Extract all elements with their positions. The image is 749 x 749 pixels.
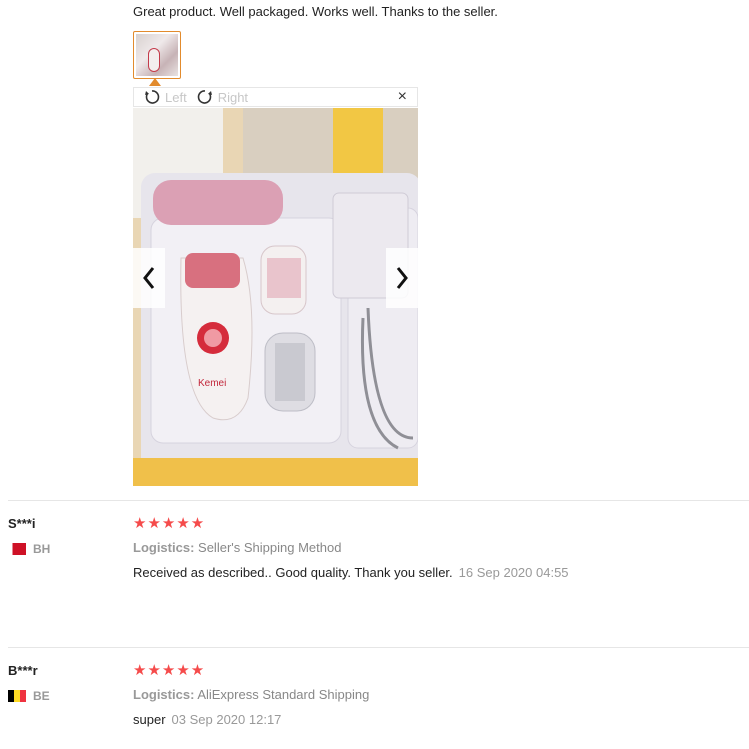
reviewer-name: B***r bbox=[8, 663, 38, 678]
belgium-flag-icon bbox=[8, 690, 26, 702]
rotate-left-label: Left bbox=[165, 89, 187, 105]
image-viewer-toolbar: Left Right × bbox=[133, 87, 418, 107]
close-icon[interactable]: × bbox=[398, 89, 407, 105]
next-image-button[interactable] bbox=[386, 248, 418, 308]
chevron-right-icon bbox=[396, 267, 408, 289]
review-divider bbox=[8, 500, 749, 501]
star-rating: ★★★★★ bbox=[133, 662, 206, 679]
review-date: 16 Sep 2020 04:55 bbox=[458, 565, 569, 580]
review-body: Received as described.. Good quality. Th… bbox=[133, 565, 569, 580]
logistics-label: Logistics: bbox=[133, 687, 195, 702]
star-rating: ★★★★★ bbox=[133, 515, 206, 532]
logistics-info: Logistics: Seller's Shipping Method bbox=[133, 540, 341, 555]
logistics-value: AliExpress Standard Shipping bbox=[197, 687, 370, 702]
product-photo-illustration: Kemei bbox=[133, 108, 418, 486]
bahrain-flag-icon bbox=[8, 543, 26, 555]
reviewer-country: BE bbox=[8, 689, 50, 703]
review-photo: Kemei bbox=[133, 108, 418, 486]
review-text: super bbox=[133, 712, 166, 727]
thumbnail-selected-caret bbox=[149, 78, 161, 86]
review-text: Great product. Well packaged. Works well… bbox=[133, 4, 498, 19]
rotate-right-icon bbox=[197, 90, 212, 104]
review-date: 03 Sep 2020 12:17 bbox=[171, 712, 282, 727]
rotate-right-label: Right bbox=[217, 89, 249, 105]
reviewer-country: BH bbox=[8, 542, 50, 556]
logistics-label: Logistics: bbox=[133, 540, 195, 555]
rotate-right-button[interactable]: Right bbox=[197, 89, 248, 105]
country-code: BE bbox=[33, 689, 50, 703]
review-divider bbox=[8, 647, 749, 648]
review-photo-thumbnail[interactable] bbox=[133, 31, 181, 79]
product-brand-text: Kemei bbox=[198, 378, 226, 389]
logistics-info: Logistics: AliExpress Standard Shipping bbox=[133, 687, 369, 702]
thumbnail-image bbox=[136, 34, 178, 76]
review-body: super 03 Sep 2020 12:17 bbox=[133, 712, 281, 727]
country-code: BH bbox=[33, 542, 51, 556]
reviewer-name: S***i bbox=[8, 516, 36, 531]
chevron-left-icon bbox=[143, 267, 155, 289]
logistics-value: Seller's Shipping Method bbox=[198, 540, 342, 555]
rotate-left-icon bbox=[145, 90, 160, 104]
rotate-left-button[interactable]: Left bbox=[144, 89, 187, 105]
review-text: Received as described.. Good quality. Th… bbox=[133, 565, 453, 580]
previous-image-button[interactable] bbox=[133, 248, 165, 308]
